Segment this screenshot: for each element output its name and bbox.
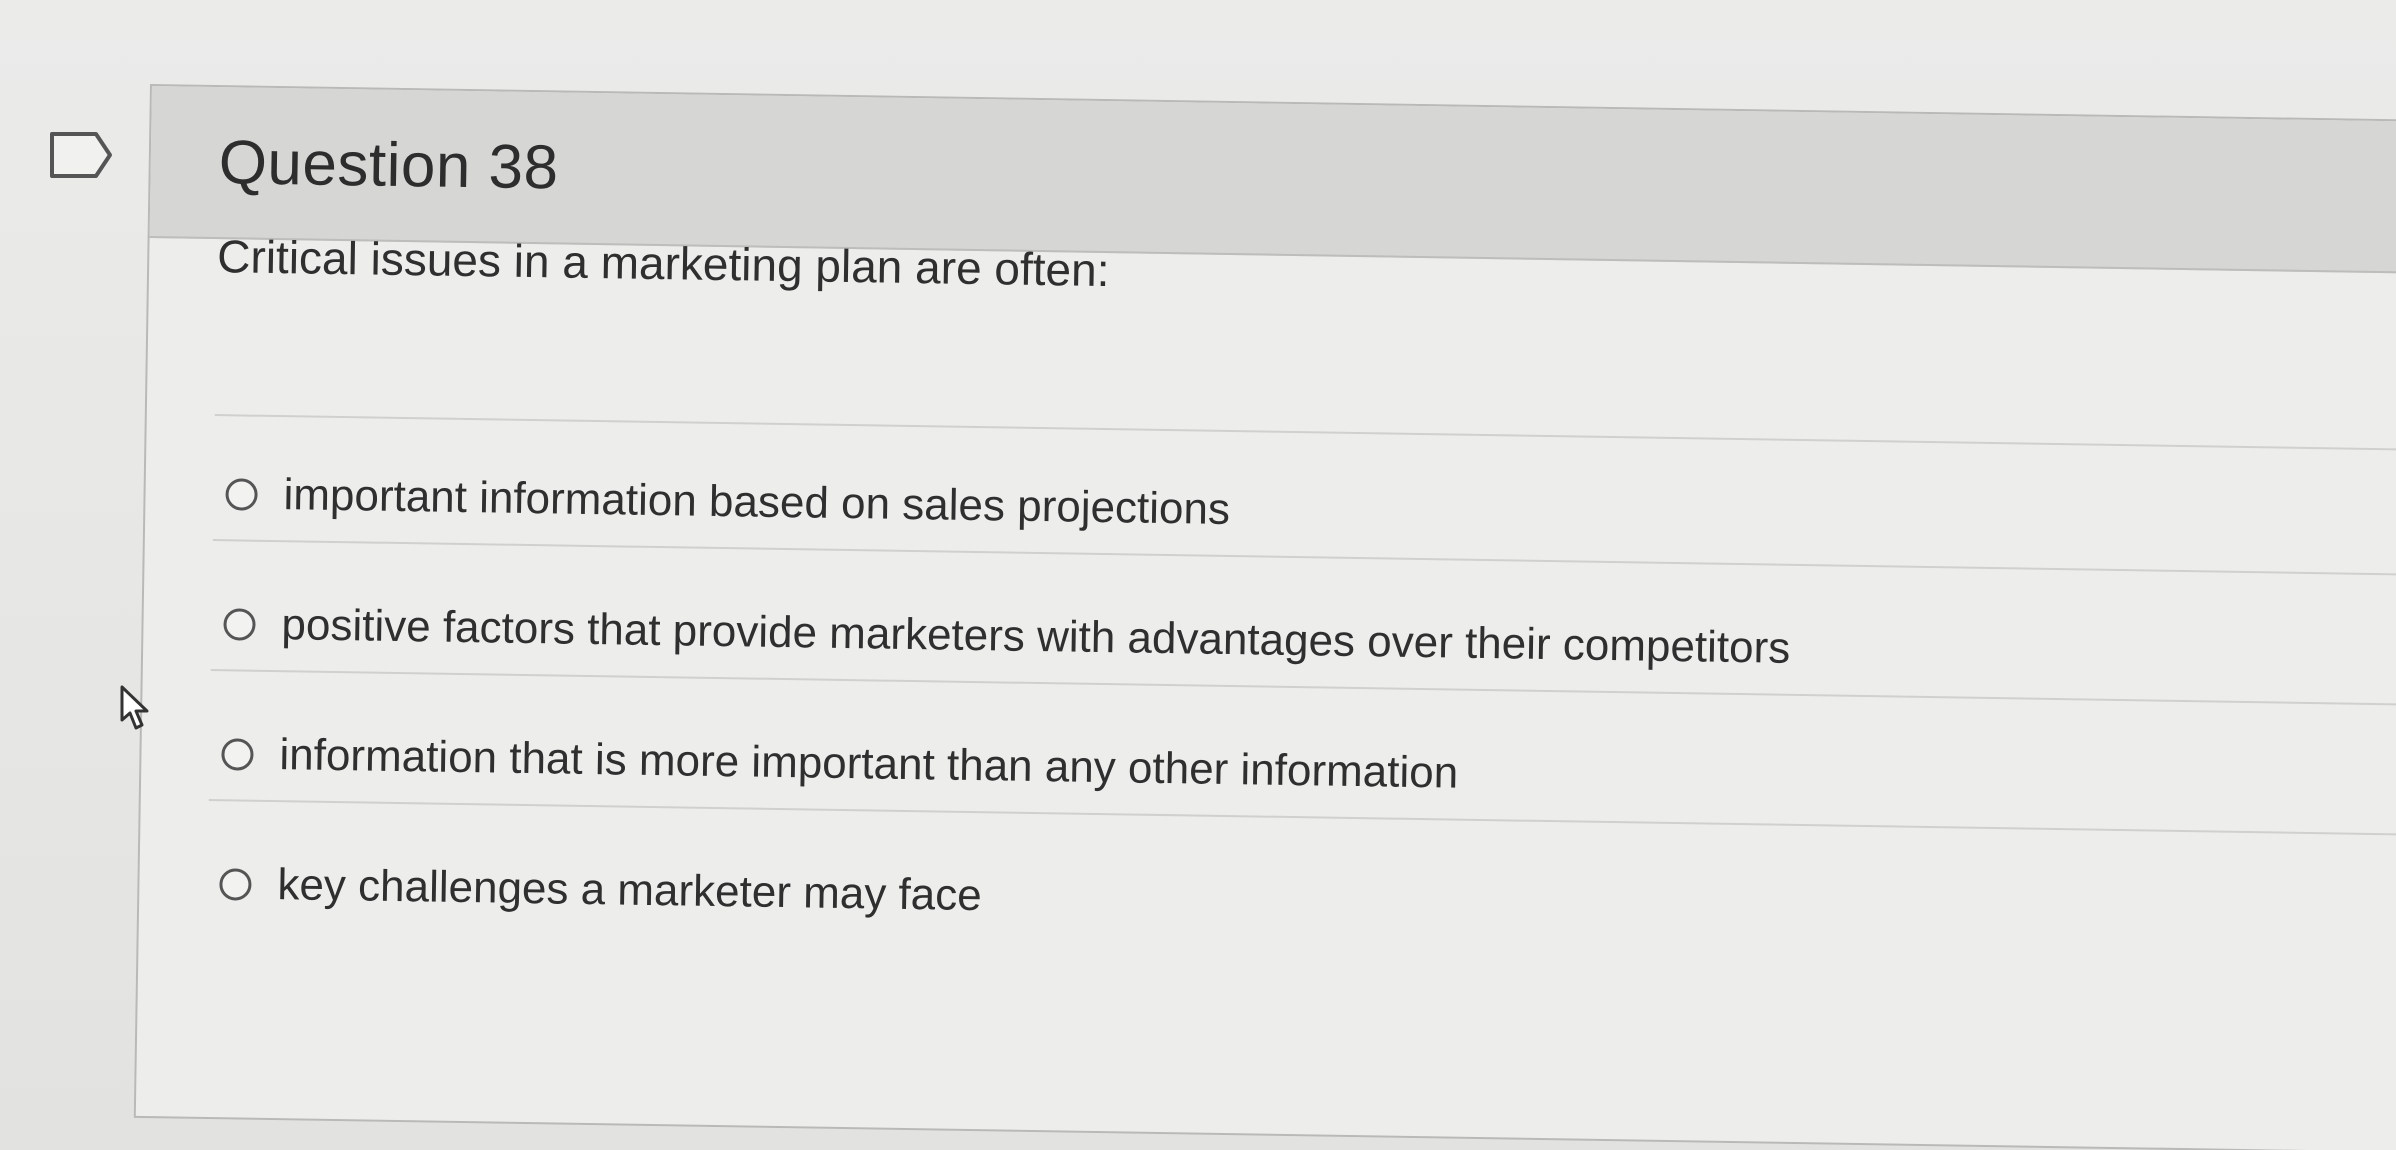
flag-question-icon[interactable] — [48, 130, 116, 180]
mouse-pointer-icon — [120, 685, 149, 730]
radio-button[interactable] — [225, 478, 258, 511]
question-title: Question 38 — [218, 128, 560, 203]
answer-option-4[interactable]: key challenges a marketer may face — [219, 844, 2396, 959]
answer-label[interactable]: key challenges a marketer may face — [277, 860, 982, 921]
answer-option-2[interactable]: positive factors that provide marketers … — [223, 584, 2396, 699]
question-body: Critical issues in a marketing plan are … — [136, 230, 2396, 1150]
answer-option-3[interactable]: information that is more important than … — [221, 714, 2396, 829]
divider — [214, 414, 2396, 452]
quiz-page: Question 38 Critical issues in a marketi… — [0, 0, 2396, 1150]
answer-label[interactable]: positive factors that provide marketers … — [281, 600, 1791, 674]
answer-label[interactable]: important information based on sales pro… — [283, 470, 1230, 535]
radio-button[interactable] — [221, 738, 254, 771]
radio-button[interactable] — [223, 608, 256, 641]
answer-label[interactable]: information that is more important than … — [279, 730, 1458, 799]
radio-button[interactable] — [219, 868, 252, 901]
question-card: Question 38 Critical issues in a marketi… — [133, 84, 2396, 1150]
answer-option-1[interactable]: important information based on sales pro… — [225, 454, 2396, 569]
